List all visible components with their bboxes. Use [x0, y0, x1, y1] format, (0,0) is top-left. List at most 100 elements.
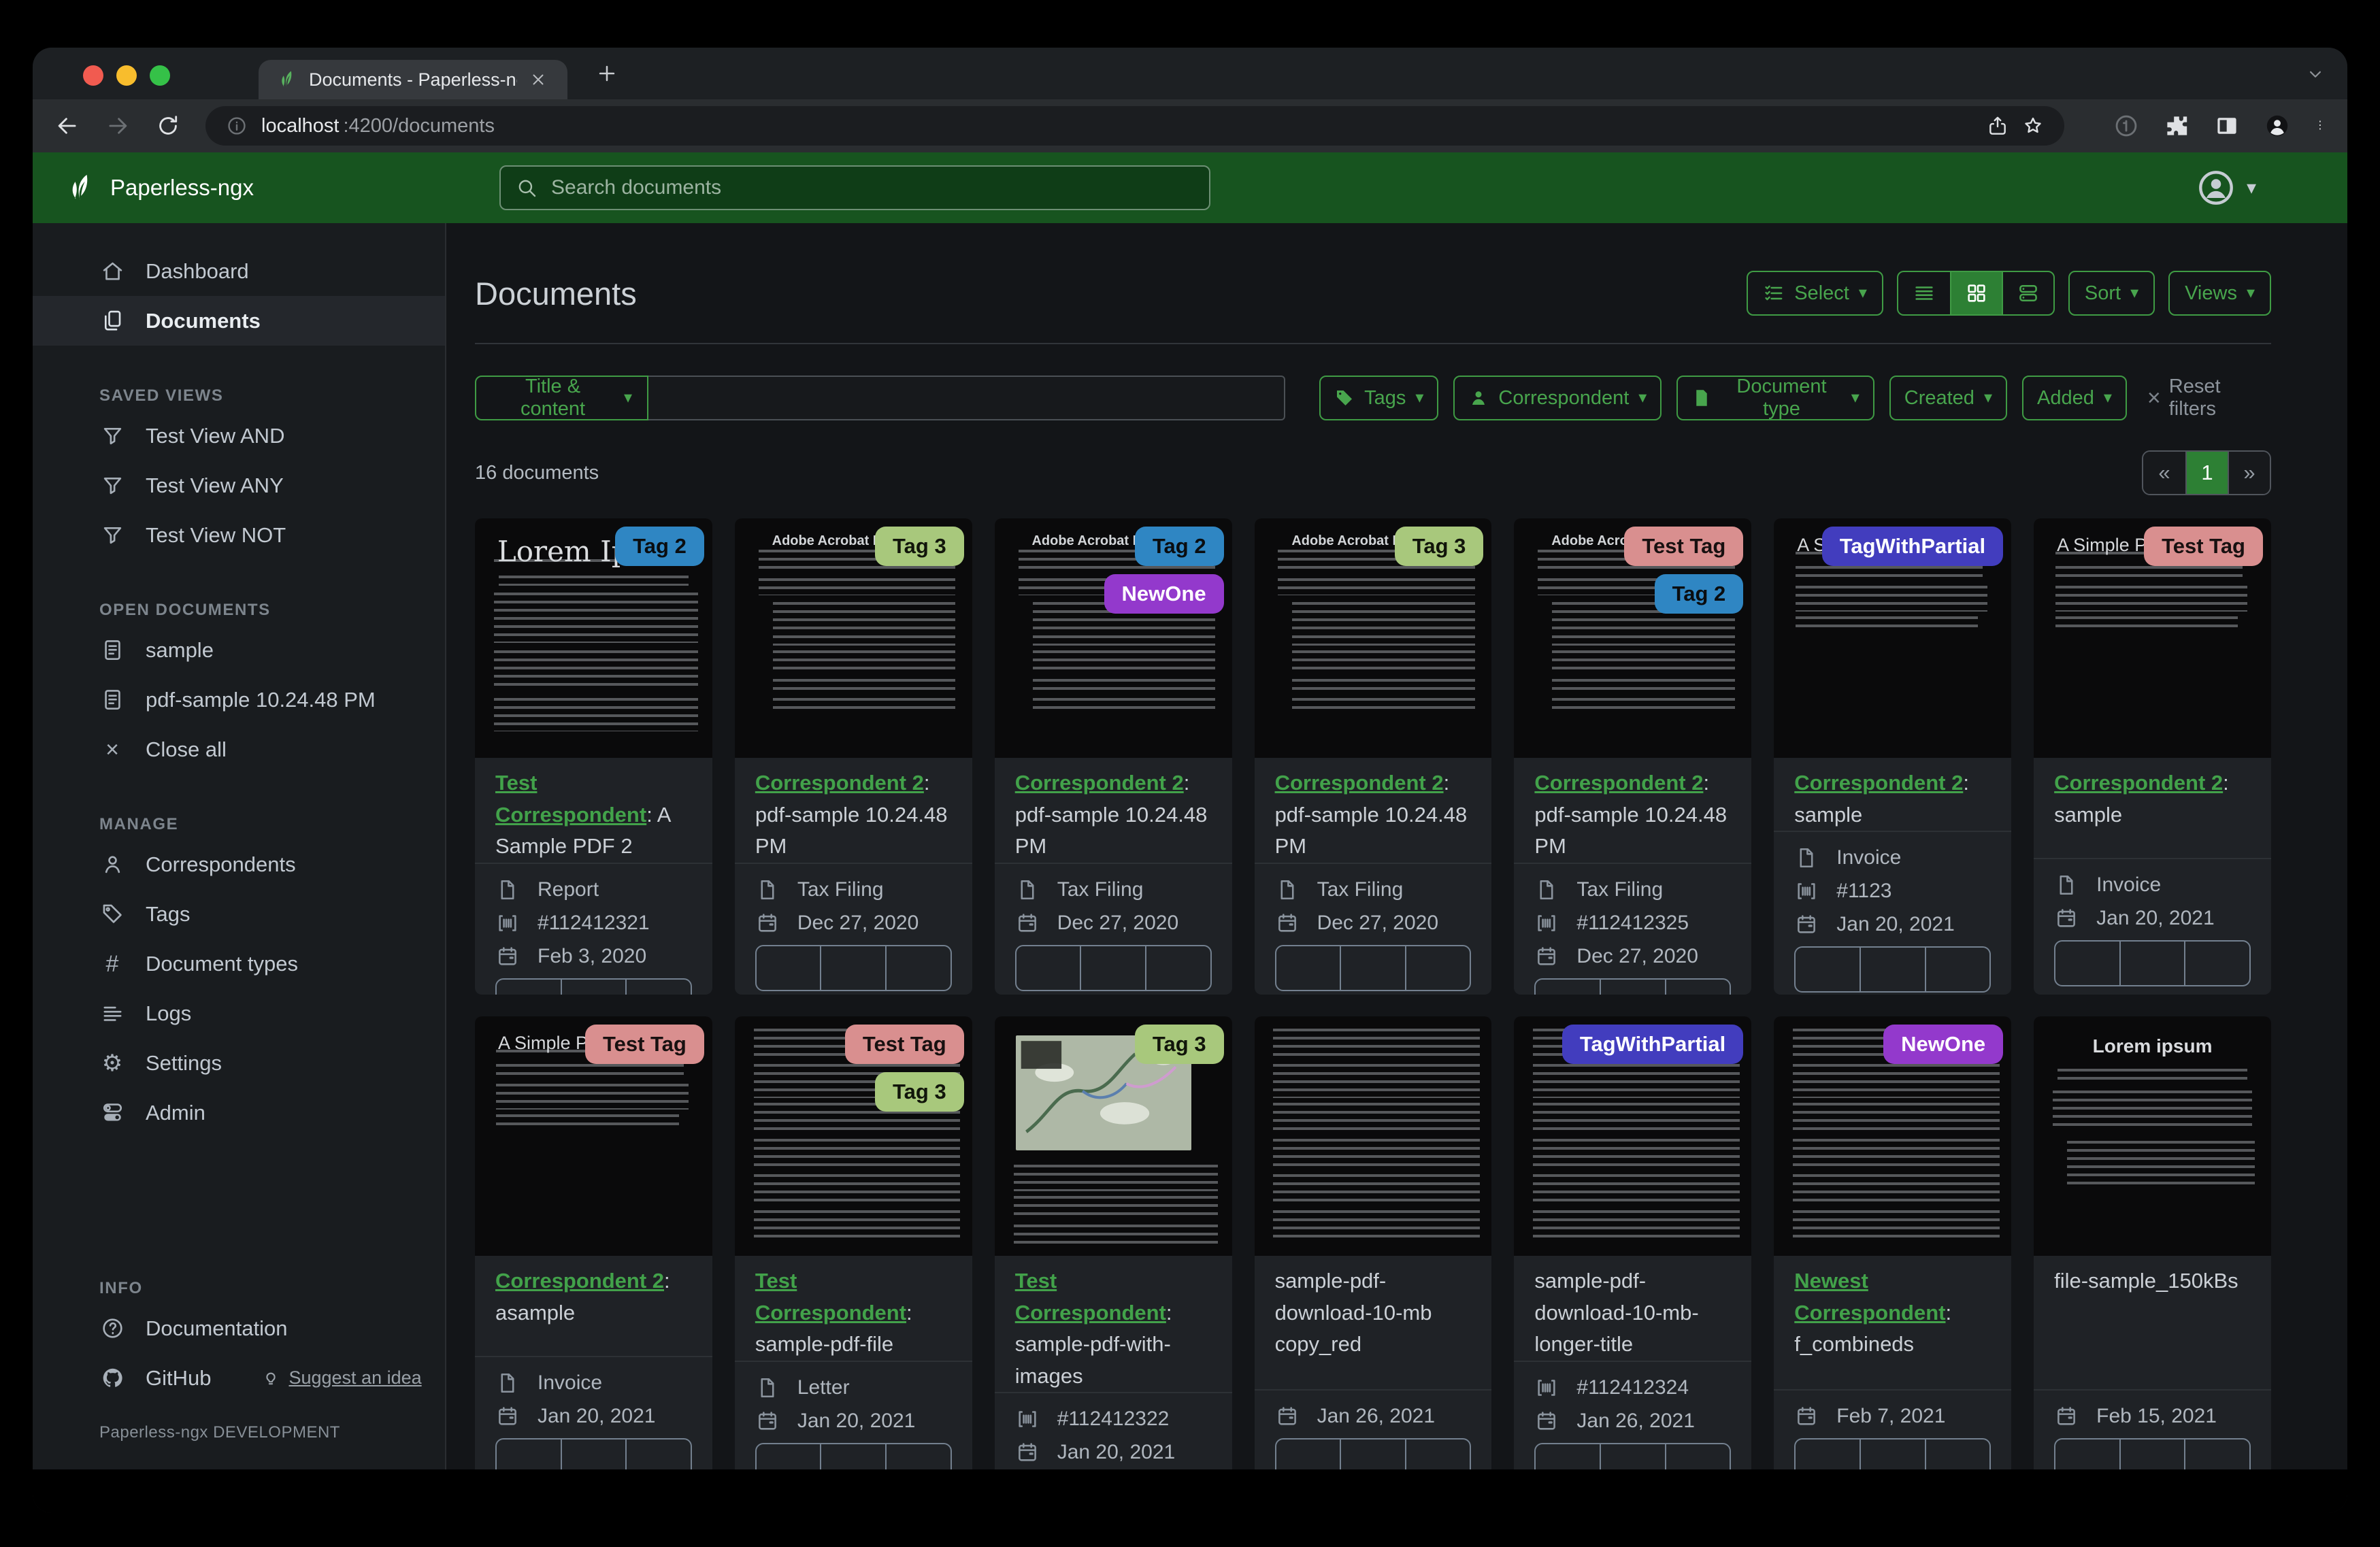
tag-badge-test-tag[interactable]: Test Tag [2144, 527, 2263, 566]
sidebar-item-dashboard[interactable]: Dashboard [33, 246, 445, 296]
tag-badge-tag-2[interactable]: Tag 2 [1654, 573, 1744, 614]
list-view-button[interactable] [1898, 272, 1950, 314]
address-bar[interactable]: localhost :4200/documents [205, 106, 2064, 146]
document-card[interactable]: Lorem ipsum file-sample_150kBs Feb 15, 2… [2034, 1016, 2271, 1469]
download-button[interactable] [2184, 942, 2249, 985]
global-search[interactable] [499, 165, 1210, 210]
user-menu[interactable]: ▾ [2196, 168, 2316, 207]
view-button[interactable] [1859, 1440, 1925, 1469]
view-button[interactable] [820, 1444, 885, 1469]
tag-badge-tag-3[interactable]: Tag 3 [875, 1071, 964, 1112]
correspondent-link[interactable]: Correspondent 2 [1015, 771, 1184, 795]
tag-badge-tag-2[interactable]: Tag 2 [615, 527, 704, 566]
app-brand[interactable]: Paperless-ngx [64, 172, 499, 203]
download-button[interactable] [1404, 946, 1470, 990]
document-title[interactable]: Correspondent 2: pdf-sample 10.24.48 PM [1275, 767, 1472, 863]
select-button[interactable]: Select ▾ [1747, 271, 1883, 316]
document-card[interactable]: Tag 3 Adobe Acrobat PDF Files Correspond… [1254, 518, 1492, 995]
correspondent-link[interactable]: Correspondent 2 [495, 1269, 664, 1293]
tab-search-chevron-icon[interactable] [2305, 64, 2326, 84]
document-title[interactable]: sample-pdf-download-10-mb-longer-title [1534, 1265, 1731, 1361]
sidebar-item-sample[interactable]: sample [33, 625, 445, 675]
view-button[interactable] [2119, 942, 2185, 985]
download-button[interactable] [1664, 1444, 1730, 1469]
document-card[interactable]: Tag 2 NewOne Adobe Acrobat PDF Files Corr… [994, 518, 1232, 995]
tab-close-icon[interactable] [529, 71, 550, 88]
filter-field-dropdown[interactable]: Title & content ▾ [475, 376, 649, 420]
document-title[interactable]: Correspondent 2: sample [1794, 767, 1991, 831]
document-title[interactable]: Correspondent 2: asample [495, 1265, 692, 1329]
document-thumbnail[interactable] [1254, 1016, 1492, 1256]
tag-badge-test-tag[interactable]: Test Tag [584, 1025, 704, 1064]
correspondent-link[interactable]: Test Correspondent [495, 771, 646, 827]
puzzle-extensions-icon[interactable] [2164, 113, 2189, 139]
sidebar-item-documentation[interactable]: Documentation [33, 1303, 445, 1353]
window-controls[interactable] [83, 65, 170, 86]
edit-button[interactable] [1536, 1444, 1600, 1470]
sidebar-item-tags[interactable]: Tags [33, 889, 445, 939]
document-thumbnail[interactable]: TagWithPartial A Simple PDF File [1774, 518, 2012, 758]
document-card[interactable]: Tag 3 Test Correspondent: sample-pdf-wit… [994, 1016, 1232, 1469]
document-title[interactable]: Correspondent 2: pdf-sample 10.24.48 PM [1015, 767, 1212, 863]
forward-icon[interactable] [105, 113, 131, 139]
filter-created-button[interactable]: Created ▾ [1889, 376, 2007, 420]
tag-badge-test-tag[interactable]: Test Tag [1624, 527, 1744, 566]
document-title[interactable]: Test Correspondent: sample-pdf-file [755, 1265, 952, 1361]
sidebar-item-documents[interactable]: Documents [33, 296, 445, 346]
download-button[interactable] [885, 1444, 951, 1469]
document-thumbnail[interactable]: Tag 3 Adobe Acrobat PDF Files [1254, 518, 1492, 758]
site-info-icon[interactable] [226, 115, 248, 137]
download-button[interactable] [625, 979, 691, 995]
document-title[interactable]: Test Correspondent: A Sample PDF 2 [495, 767, 692, 863]
tag-badge-newone[interactable]: NewOne [1104, 573, 1224, 614]
zoom-window-button[interactable] [150, 65, 170, 86]
user-avatar-icon[interactable] [2196, 168, 2236, 207]
previous-page-button[interactable]: « [2143, 452, 2185, 494]
sort-button[interactable]: Sort ▾ [2068, 271, 2155, 316]
correspondent-link[interactable]: Correspondent 2 [1794, 771, 1963, 795]
sidebar-item-document-types[interactable]: # Document types [33, 939, 445, 988]
filter-text-input[interactable] [648, 376, 1286, 420]
edit-button[interactable] [2055, 1440, 2119, 1469]
suggest-idea-link[interactable]: Suggest an idea [261, 1367, 422, 1388]
filter-tags-button[interactable]: Tags ▾ [1319, 376, 1439, 420]
document-card[interactable]: Test TagTag 2 Adobe Acrobat PDF Files Co… [1514, 518, 1752, 995]
document-title[interactable]: Correspondent 2: pdf-sample 10.24.48 PM [1534, 767, 1731, 863]
document-thumbnail[interactable]: Test Tag A Simple PDF File [2034, 518, 2271, 758]
edit-button[interactable] [1276, 946, 1340, 990]
sidebar-item-correspondents[interactable]: Correspondents [33, 839, 445, 889]
reload-icon[interactable] [155, 113, 181, 139]
document-card[interactable]: Test Tag A Simple PDF File Correspondent… [2034, 518, 2271, 995]
sidebar-item-logs[interactable]: Logs [33, 988, 445, 1038]
filter-added-button[interactable]: Added ▾ [2021, 376, 2127, 420]
view-button[interactable] [820, 946, 885, 990]
edit-button[interactable] [757, 946, 821, 990]
download-button[interactable] [2184, 1440, 2249, 1469]
sidebar-item-test-view-and[interactable]: Test View AND [33, 411, 445, 461]
bookmark-star-icon[interactable] [2022, 115, 2044, 137]
tag-badge-tag-3[interactable]: Tag 3 [875, 527, 964, 566]
extension-badge-icon[interactable] [2113, 113, 2139, 139]
edit-button[interactable] [1796, 948, 1860, 991]
tag-badge-newone[interactable]: NewOne [1883, 1025, 2004, 1064]
document-card[interactable]: TagWithPartial sample-pdf-download-10-mb… [1514, 1016, 1752, 1470]
document-thumbnail[interactable]: Tag 2 Lorem Ipsum [475, 518, 712, 758]
browser-profile-avatar[interactable] [2264, 113, 2290, 139]
view-button[interactable] [1340, 946, 1405, 990]
tag-badge-test-tag[interactable]: Test Tag [844, 1025, 964, 1064]
sidebar-item-test-view-any[interactable]: Test View ANY [33, 461, 445, 510]
grid-view-button[interactable] [1949, 272, 2002, 314]
document-thumbnail[interactable]: Tag 3 Adobe Acrobat PDF Files [734, 518, 972, 758]
sidebar-item-close-all[interactable]: × Close all [33, 725, 445, 774]
document-thumbnail[interactable]: Test TagTag 2 Adobe Acrobat PDF Files [1514, 518, 1752, 758]
tag-badge-tag-2[interactable]: Tag 2 [1134, 527, 1224, 566]
view-button[interactable] [1859, 948, 1925, 991]
new-tab-button[interactable] [588, 54, 626, 93]
document-card[interactable]: sample-pdf-download-10-mb copy_red Jan 2… [1254, 1016, 1492, 1469]
document-title[interactable]: sample-pdf-download-10-mb copy_red [1275, 1265, 1472, 1361]
document-card[interactable]: Tag 2 Lorem Ipsum Test Correspondent: A … [475, 518, 712, 995]
view-button[interactable] [1080, 946, 1145, 990]
correspondent-link[interactable]: Correspondent 2 [2054, 771, 2223, 795]
tag-badge-tag-3[interactable]: Tag 3 [1134, 1025, 1224, 1064]
detail-view-button[interactable] [2001, 272, 2053, 314]
